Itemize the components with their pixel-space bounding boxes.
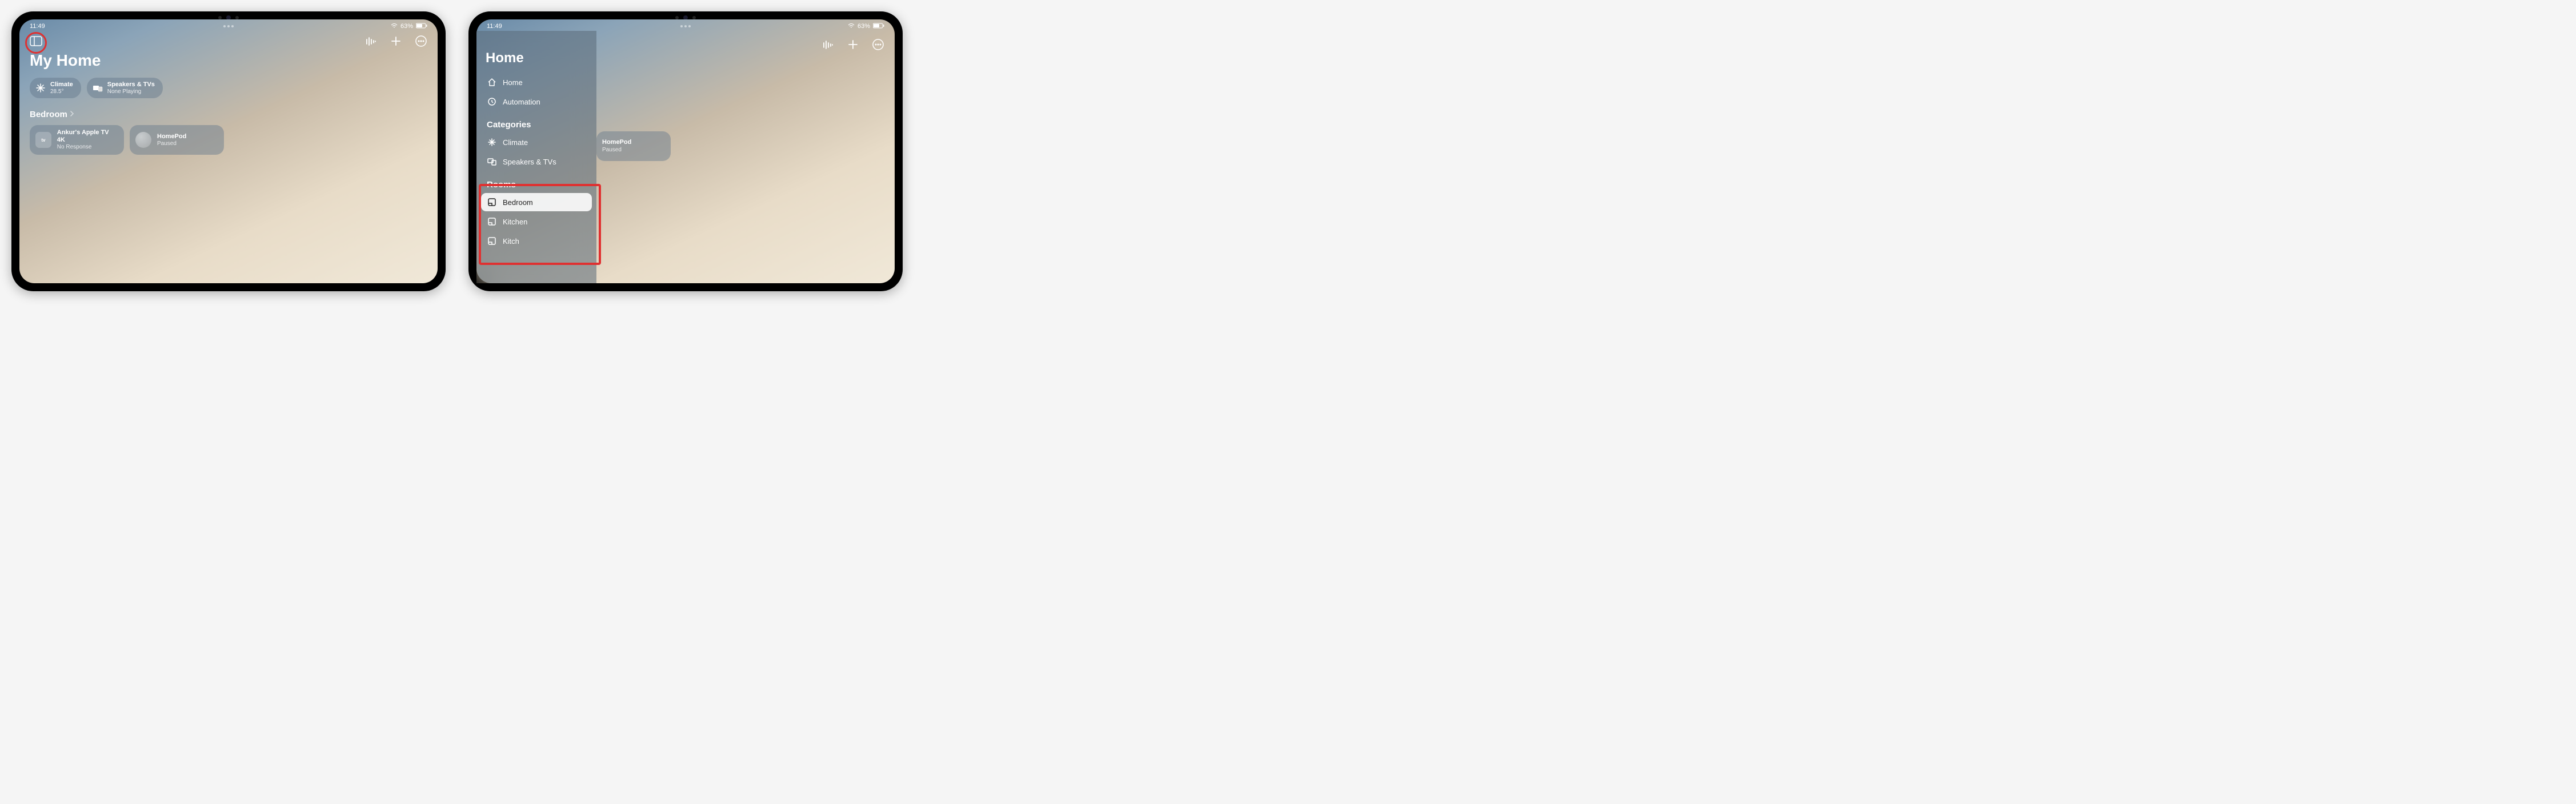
chip-speakers[interactable]: Speakers & TVs None Playing — [87, 78, 163, 98]
plus-icon[interactable] — [390, 35, 402, 47]
wifi-icon — [848, 23, 855, 30]
chip-climate[interactable]: Climate 28.5° — [30, 78, 81, 98]
sidebar-item-automation[interactable]: Automation — [481, 93, 592, 111]
chip-title: Climate — [50, 81, 73, 89]
speakers-icon — [93, 83, 103, 93]
sidebar-item-label: Home — [503, 78, 523, 87]
tile-homepod[interactable]: HomePod Paused — [130, 125, 224, 155]
intercom-icon[interactable] — [364, 35, 377, 47]
appletv-icon: tv — [35, 132, 51, 148]
intercom-icon[interactable] — [822, 38, 834, 51]
accessory-tile-row: tv Ankur's Apple TV 4K No Response HomeP… — [30, 125, 427, 155]
tile-title: Ankur's Apple TV 4K — [57, 129, 118, 144]
ipad-frame-1: 11:49 63% — [11, 11, 446, 291]
more-icon[interactable] — [872, 38, 884, 51]
sidebar: Home Home Automation Categories — [476, 31, 596, 283]
climate-icon — [487, 137, 497, 147]
battery-icon — [873, 23, 884, 30]
sidebar-item-bedroom[interactable]: Bedroom — [481, 193, 592, 211]
homepod-icon — [135, 132, 151, 148]
tile-homepod-peek[interactable]: HomePod Paused — [596, 131, 671, 161]
status-time: 11:49 — [487, 23, 502, 30]
screen-2: 11:49 63% Home — [476, 19, 895, 283]
multitask-dots[interactable] — [680, 25, 691, 27]
chip-subtitle: 28.5° — [50, 89, 73, 95]
more-icon[interactable] — [415, 35, 427, 47]
climate-icon — [35, 83, 46, 93]
sidebar-item-label: Climate — [503, 138, 528, 147]
sidebar-title: Home — [481, 35, 592, 73]
tile-subtitle: Paused — [602, 147, 631, 154]
sidebar-item-climate[interactable]: Climate — [481, 133, 592, 151]
sidebar-item-speakers[interactable]: Speakers & TVs — [481, 152, 592, 171]
battery-pct: 63% — [400, 23, 413, 30]
speakers-icon — [487, 156, 497, 167]
sidebar-item-label: Kitchen — [503, 218, 527, 226]
battery-icon — [416, 23, 427, 30]
category-chip-row: Climate 28.5° Speakers & TVs None Playin… — [30, 78, 427, 98]
section-label: Bedroom — [30, 110, 67, 119]
tile-appletv[interactable]: tv Ankur's Apple TV 4K No Response — [30, 125, 124, 155]
room-icon — [487, 197, 497, 207]
toolbar — [19, 31, 438, 51]
section-bedroom[interactable]: Bedroom — [30, 110, 427, 119]
ipad-frame-2: 11:49 63% Home — [468, 11, 903, 291]
sidebar-item-kitch[interactable]: Kitch — [481, 232, 592, 250]
automation-icon — [487, 97, 497, 107]
chevron-right-icon — [70, 110, 74, 119]
home-icon — [487, 77, 497, 87]
sidebar-item-label: Speakers & TVs — [503, 158, 556, 166]
sidebar-item-label: Automation — [503, 98, 540, 106]
tile-subtitle: No Response — [57, 144, 118, 151]
battery-pct: 63% — [858, 23, 870, 30]
status-bar: 11:49 63% — [476, 19, 895, 31]
screen-1: 11:49 63% — [19, 19, 438, 283]
plus-icon[interactable] — [847, 38, 859, 51]
sidebar-section-rooms: Rooms — [481, 172, 592, 193]
wifi-icon — [391, 23, 398, 30]
sidebar-item-label: Bedroom — [503, 198, 533, 207]
sidebar-item-kitchen[interactable]: Kitchen — [481, 212, 592, 231]
sidebar-toggle-icon[interactable] — [30, 35, 42, 47]
status-time: 11:49 — [30, 23, 45, 30]
room-icon — [487, 216, 497, 227]
tile-title: HomePod — [157, 133, 186, 140]
chip-subtitle: None Playing — [107, 89, 155, 95]
status-bar: 11:49 63% — [19, 19, 438, 31]
page-title: My Home — [30, 51, 427, 70]
room-icon — [487, 236, 497, 246]
sidebar-item-label: Kitch — [503, 237, 519, 246]
tile-subtitle: Paused — [157, 140, 186, 147]
sidebar-item-home[interactable]: Home — [481, 73, 592, 91]
sidebar-section-categories: Categories — [481, 112, 592, 133]
multitask-dots[interactable] — [223, 25, 234, 27]
tile-title: HomePod — [602, 139, 631, 146]
chip-title: Speakers & TVs — [107, 81, 155, 89]
